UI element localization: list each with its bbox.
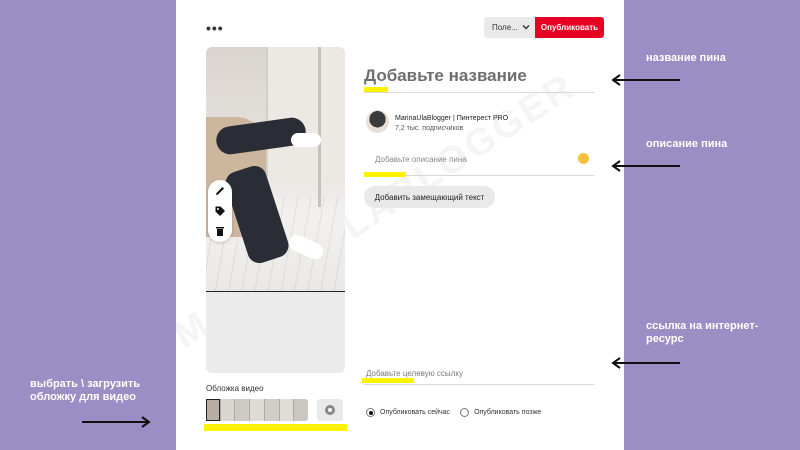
cover-frame[interactable] — [220, 399, 236, 421]
photo-divider — [206, 291, 345, 292]
photo-lamp — [318, 47, 321, 207]
publish-timing-options: Опубликовать сейчас Опубликовать позже — [366, 408, 551, 417]
arrow-left-icon — [611, 160, 680, 172]
cover-label: Обложка видео — [206, 384, 264, 393]
annotation-link: ссылка на интернет-ресурс — [646, 320, 759, 345]
board-select-label: Поле... — [492, 23, 518, 32]
trash-icon[interactable] — [214, 225, 226, 237]
user-followers: 7,2 тыс. подписчиков — [395, 125, 464, 132]
publish-later-label: Опубликовать позже — [474, 409, 542, 416]
photo-shoe — [291, 133, 321, 147]
board-select[interactable]: Поле... — [484, 17, 536, 38]
pin-description-input[interactable]: Добавьте описание пина — [375, 155, 467, 164]
annotation-cover: выбрать \ загрузить обложку для видео — [30, 378, 141, 403]
title-highlight — [364, 87, 388, 92]
cover-frame[interactable] — [279, 399, 295, 421]
publish-button[interactable]: Опубликовать — [535, 17, 604, 38]
emoji-icon[interactable] — [578, 153, 589, 164]
arrow-left-icon — [611, 74, 680, 86]
cover-frame-strip[interactable] — [206, 399, 308, 421]
cover-frame[interactable] — [294, 399, 308, 421]
annotation-description: описание пина — [646, 138, 728, 150]
user-name: MarinaUlaBlogger | Пинтерест PRO — [395, 115, 509, 122]
cover-frame-selector[interactable] — [206, 399, 220, 421]
publish-now-radio[interactable] — [366, 408, 375, 417]
pin-video-preview[interactable] — [206, 47, 345, 292]
more-options-icon[interactable]: ••• — [206, 20, 224, 36]
photo-wall — [266, 47, 345, 177]
tag-icon[interactable] — [214, 205, 226, 217]
title-underline — [364, 92, 594, 93]
edit-icon[interactable] — [214, 185, 226, 197]
cover-frame[interactable] — [235, 399, 251, 421]
link-underline — [364, 384, 594, 385]
cover-highlight — [204, 424, 347, 431]
cover-frame[interactable] — [250, 399, 265, 421]
publish-now-label: Опубликовать сейчас — [380, 409, 451, 416]
publish-later-radio[interactable] — [460, 408, 470, 417]
upload-cover-button[interactable] — [317, 399, 343, 421]
add-alt-text-button[interactable]: Добавить замещающий текст — [364, 186, 495, 208]
chevron-down-icon — [522, 25, 530, 30]
description-highlight — [364, 172, 406, 177]
link-highlight — [362, 378, 414, 383]
annotation-title: название пина — [646, 52, 726, 64]
media-toolbar — [208, 180, 232, 242]
avatar — [366, 110, 389, 133]
pin-title-input[interactable]: Добавьте название — [364, 66, 594, 86]
arrow-left-icon — [611, 357, 680, 369]
arrow-right-icon — [82, 416, 151, 428]
destination-link-input[interactable]: Добавьте целевую ссылку — [366, 369, 463, 378]
cover-frame[interactable] — [264, 399, 280, 421]
add-circle-icon — [325, 405, 335, 415]
